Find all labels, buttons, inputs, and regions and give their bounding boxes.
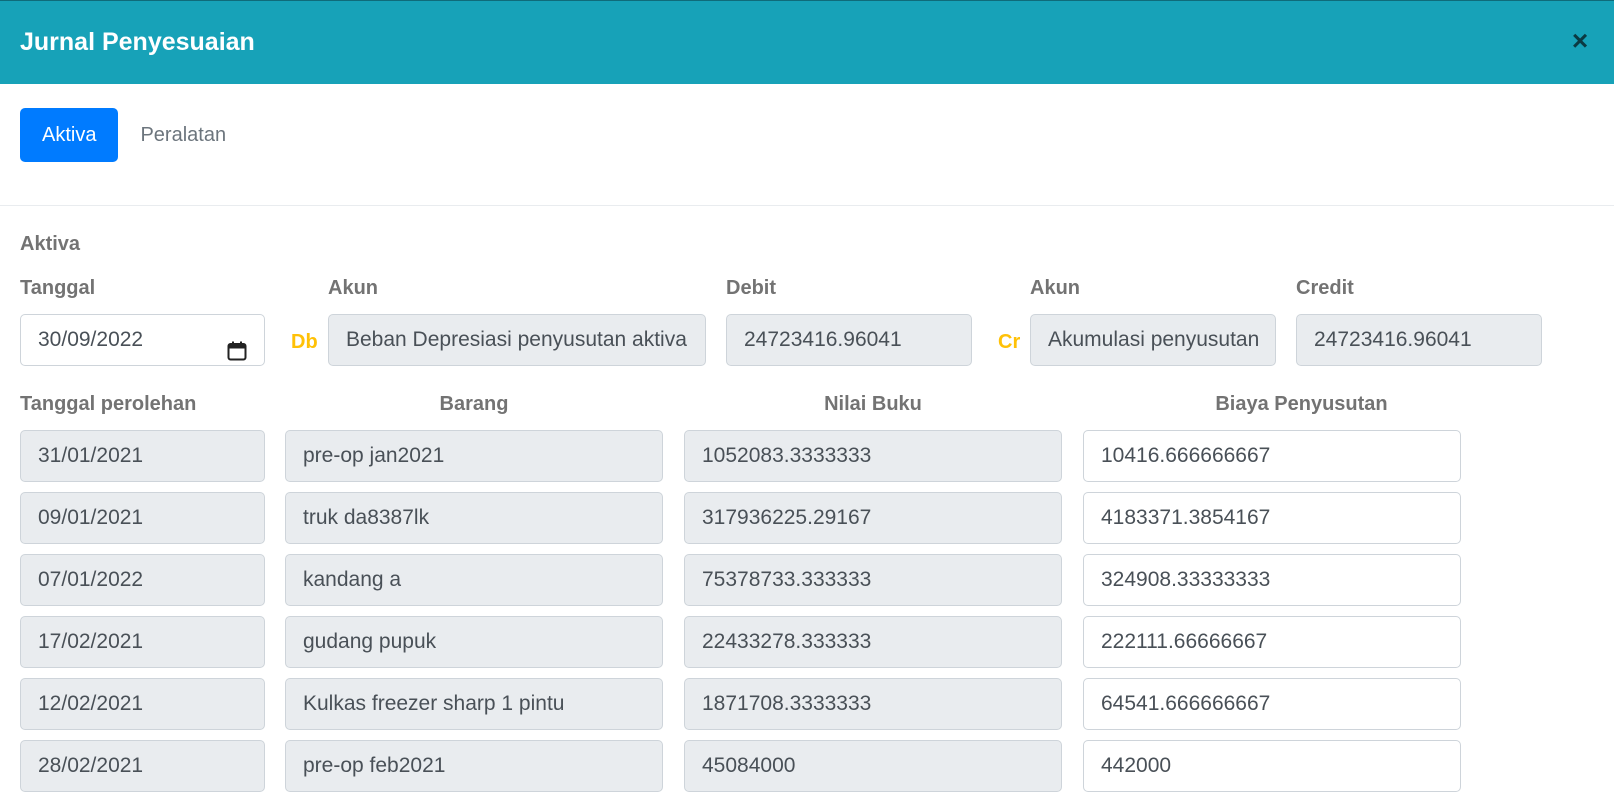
akun-credit-field[interactable]: Akumulasi penyusutan: [1030, 314, 1276, 366]
close-button[interactable]: ×: [1564, 25, 1596, 57]
tanggal-date-input[interactable]: 30/09/2022: [20, 314, 265, 366]
credit-label: Credit: [1296, 277, 1354, 299]
biaya-penyusutan-input[interactable]: 324908.33333333: [1083, 554, 1461, 606]
biaya-penyusutan-input[interactable]: 10416.666666667: [1083, 430, 1461, 482]
divider: [0, 205, 1614, 206]
credit-field[interactable]: 24723416.96041: [1296, 314, 1542, 366]
tab-peralatan[interactable]: Peralatan: [118, 108, 248, 162]
barang-field[interactable]: pre-op feb2021: [285, 740, 663, 792]
nilai-buku-field[interactable]: 45084000: [684, 740, 1062, 792]
debit-label: Debit: [726, 277, 776, 299]
nilai-buku-field[interactable]: 75378733.333333: [684, 554, 1062, 606]
tab-aktiva[interactable]: Aktiva: [20, 108, 119, 162]
barang-field[interactable]: Kulkas freezer sharp 1 pintu: [285, 678, 663, 730]
tanggal-perolehan-field[interactable]: 12/02/2021: [20, 678, 265, 730]
biaya-penyusutan-input[interactable]: 4183371.3854167: [1083, 492, 1461, 544]
header-biaya-penyusutan: Biaya Penyusutan: [1215, 393, 1388, 415]
barang-field[interactable]: gudang pupuk: [285, 616, 663, 668]
tanggal-perolehan-field[interactable]: 09/01/2021: [20, 492, 265, 544]
calendar-icon[interactable]: [227, 330, 247, 361]
akun-debit-label: Akun: [328, 277, 378, 299]
tanggal-perolehan-field[interactable]: 17/02/2021: [20, 616, 265, 668]
nilai-buku-field[interactable]: 22433278.333333: [684, 616, 1062, 668]
akun-debit-field[interactable]: Beban Depresiasi penyusutan aktiva: [328, 314, 706, 366]
nilai-buku-field[interactable]: 1052083.3333333: [684, 430, 1062, 482]
akun-credit-label: Akun: [1030, 277, 1080, 299]
close-icon: ×: [1571, 25, 1589, 56]
credit-marker: Cr: [998, 331, 1021, 353]
tab-bar: Aktiva Peralatan: [20, 108, 248, 162]
biaya-penyusutan-input[interactable]: 442000: [1083, 740, 1461, 792]
debit-field[interactable]: 24723416.96041: [726, 314, 972, 366]
header-barang: Barang: [439, 393, 509, 415]
tanggal-label: Tanggal: [20, 277, 96, 299]
tanggal-perolehan-field[interactable]: 07/01/2022: [20, 554, 265, 606]
modal-header: Jurnal Penyesuaian ×: [0, 0, 1614, 84]
debit-marker: Db: [291, 331, 318, 353]
barang-field[interactable]: pre-op jan2021: [285, 430, 663, 482]
nilai-buku-field[interactable]: 317936225.29167: [684, 492, 1062, 544]
tanggal-perolehan-field[interactable]: 31/01/2021: [20, 430, 265, 482]
section-heading: Aktiva: [20, 233, 81, 255]
biaya-penyusutan-input[interactable]: 64541.666666667: [1083, 678, 1461, 730]
barang-field[interactable]: kandang a: [285, 554, 663, 606]
modal-title: Jurnal Penyesuaian: [20, 28, 255, 56]
nilai-buku-field[interactable]: 1871708.3333333: [684, 678, 1062, 730]
biaya-penyusutan-input[interactable]: 222111.66666667: [1083, 616, 1461, 668]
tanggal-perolehan-field[interactable]: 28/02/2021: [20, 740, 265, 792]
header-nilai-buku: Nilai Buku: [824, 393, 922, 415]
barang-field[interactable]: truk da8387lk: [285, 492, 663, 544]
header-tanggal-perolehan: Tanggal perolehan: [20, 393, 197, 415]
tanggal-value: 30/09/2022: [38, 328, 144, 351]
